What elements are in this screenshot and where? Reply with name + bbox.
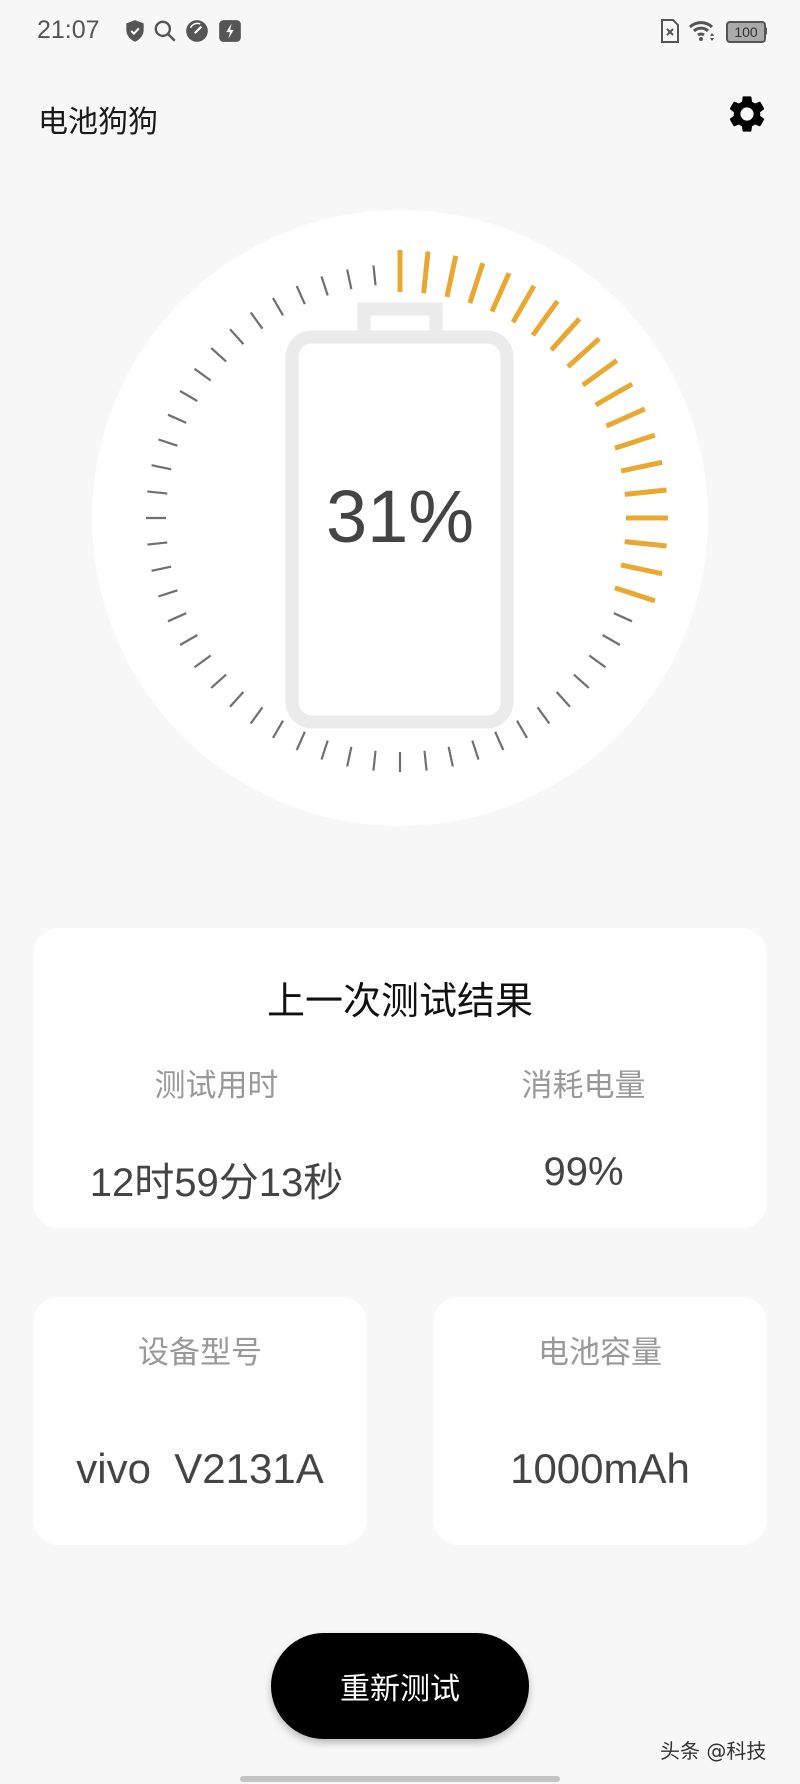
device-model-value: vivo V2131A xyxy=(76,1445,324,1492)
battery-capacity-label: 电池容量 xyxy=(538,1335,662,1371)
battery-gauge xyxy=(92,210,708,826)
last-test-results-card: 上一次测试结果 测试用时 消耗电量 12时59分13秒 99% xyxy=(33,928,767,1228)
consumed-power-value: 99% xyxy=(543,1150,624,1194)
test-duration-value: 12时59分13秒 xyxy=(89,1161,344,1205)
battery-capacity-card: 电池容量 1000mAh xyxy=(433,1297,767,1545)
test-duration-label: 测试用时 xyxy=(154,1068,279,1104)
results-title: 上一次测试结果 xyxy=(266,979,533,1023)
device-model-label: 设备型号 xyxy=(138,1335,262,1371)
battery-percent: 31% xyxy=(325,475,475,558)
battery-capacity-value: 1000mAh xyxy=(510,1445,690,1492)
home-indicator[interactable] xyxy=(240,1776,560,1782)
watermark: 头条 @科技 xyxy=(660,1739,767,1763)
retest-button[interactable]: 重新测试 xyxy=(271,1633,529,1739)
device-model-card: 设备型号 vivo V2131A xyxy=(33,1297,367,1545)
consumed-power-label: 消耗电量 xyxy=(521,1068,646,1104)
